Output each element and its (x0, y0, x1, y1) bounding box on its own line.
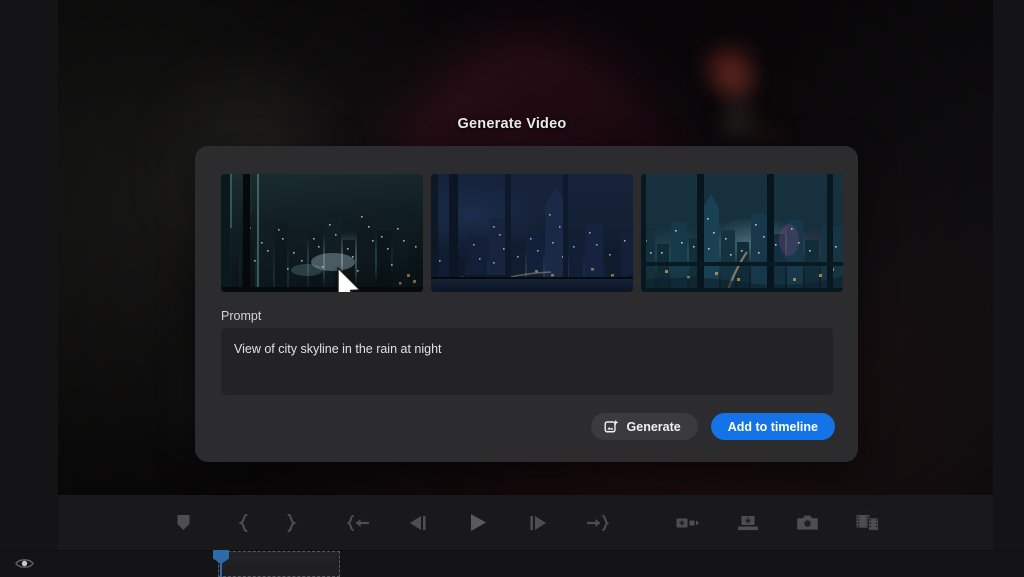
transport-toolbar (58, 495, 993, 550)
eye-icon (14, 558, 34, 568)
thumbnail-2-cityscape (431, 188, 633, 292)
timeline-track-area[interactable] (0, 550, 1024, 577)
toolbar-marker-button[interactable] (166, 506, 202, 540)
thumbnail-row (221, 174, 843, 292)
track-visibility-toggle[interactable] (14, 555, 34, 571)
toolbar-go-to-out-button[interactable] (580, 506, 616, 540)
mark-out-icon (287, 513, 297, 532)
app-root: Generate Video Prompt View of city skyli… (0, 0, 1024, 577)
toolbar-step-backward-button[interactable] (400, 506, 436, 540)
thumbnail-variant-1[interactable] (221, 174, 423, 292)
filmstrip-clips-icon (856, 515, 879, 531)
thumbnail-3-cityscape (641, 194, 843, 292)
generate-image-sparkle-icon (604, 419, 618, 433)
playhead[interactable] (213, 550, 229, 577)
play-icon (470, 514, 486, 531)
generate-video-dialog: Prompt View of city skyline in the rain … (195, 146, 858, 462)
mark-in-icon (238, 513, 248, 532)
playhead-line (220, 563, 222, 577)
step-backward-icon (409, 515, 426, 530)
insert-clip-icon (676, 518, 699, 527)
thumbnail-variant-2[interactable] (431, 174, 633, 292)
thumbnail-variant-3[interactable] (641, 174, 843, 292)
place-on-top-icon (737, 515, 758, 530)
prompt-input[interactable]: View of city skyline in the rain at nigh… (221, 328, 833, 395)
step-forward-icon (529, 515, 546, 530)
timeline-divider (0, 550, 1024, 551)
add-to-timeline-button[interactable]: Add to timeline (710, 413, 835, 440)
toolbar-mark-in-button[interactable] (226, 506, 262, 540)
generate-button-label: Generate (626, 419, 681, 434)
go-to-in-point-icon (346, 514, 369, 531)
toolbar-step-forward-button[interactable] (520, 506, 556, 540)
playhead-handle (213, 550, 229, 564)
generate-button[interactable]: Generate (590, 413, 698, 440)
toolbar-mark-out-button[interactable] (274, 506, 310, 540)
thumbnail-1-cityscape (221, 174, 423, 292)
toolbar-grab-still-button[interactable] (790, 506, 826, 540)
toolbar-insert-clip-button[interactable] (670, 506, 706, 540)
toolbar-go-to-in-button[interactable] (340, 506, 376, 540)
prompt-value: View of city skyline in the rain at nigh… (234, 342, 442, 356)
go-to-out-point-icon (586, 514, 609, 531)
toolbar-play-button[interactable] (460, 506, 496, 540)
prompt-label: Prompt (221, 309, 262, 323)
add-to-timeline-label: Add to timeline (727, 419, 818, 434)
marker-icon (177, 515, 190, 530)
camera-icon (797, 515, 818, 530)
toolbar-append-clip-button[interactable] (850, 506, 886, 540)
dialog-title: Generate Video (457, 116, 567, 132)
toolbar-place-on-top-button[interactable] (730, 506, 766, 540)
dialog-actions: Generate Add to timeline (590, 413, 835, 440)
timeline-clip[interactable] (218, 551, 340, 577)
